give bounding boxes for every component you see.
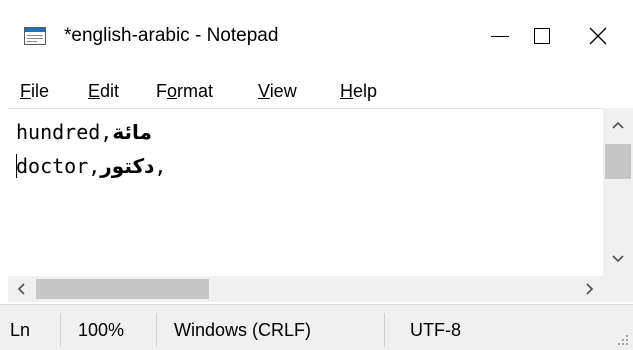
status-separator (60, 313, 61, 347)
menu-edit[interactable]: Edit (88, 80, 119, 102)
menu-view-mnemonic: V (258, 81, 270, 101)
maximize-button[interactable] (514, 16, 570, 56)
line-latin-text: doctor, (16, 154, 101, 178)
horizontal-scroll-thumb[interactable] (36, 279, 209, 299)
text-line: hundred,مائة (16, 115, 166, 149)
scroll-right-button[interactable] (577, 276, 603, 302)
menu-file-mnemonic: F (20, 81, 31, 101)
vertical-scroll-thumb[interactable] (605, 144, 631, 179)
notepad-window: *english-arabic - Notepad File Edit Form… (0, 0, 633, 350)
chevron-right-icon (586, 283, 594, 295)
text-content[interactable]: hundred,مائة doctor,دكتور, (16, 115, 166, 183)
resize-grip-icon[interactable] (617, 334, 629, 346)
status-line-ending: Windows (CRLF) (174, 320, 312, 340)
menu-format-mnemonic: o (167, 81, 178, 101)
menu-file-post: ile (31, 81, 50, 101)
menu-edit-post: dit (100, 81, 120, 101)
line-arabic-text: مائة (112, 120, 152, 144)
window-title: *english-arabic - Notepad (64, 25, 279, 46)
menu-help-mnemonic: H (340, 81, 353, 101)
menu-help[interactable]: Help (340, 80, 377, 102)
scrollbar-corner (603, 276, 633, 302)
menu-file[interactable]: File (20, 80, 49, 102)
menu-edit-mnemonic: E (88, 81, 101, 101)
status-encoding: UTF-8 (410, 320, 461, 340)
status-bar: Ln 100% Windows (CRLF) UTF-8 (0, 304, 633, 350)
title-bar[interactable]: *english-arabic - Notepad (0, 0, 633, 76)
line-arabic-text: دكتور (100, 154, 155, 178)
text-line: doctor,دكتور, (16, 149, 166, 183)
vertical-scrollbar[interactable] (603, 108, 633, 276)
scroll-up-button[interactable] (603, 108, 633, 142)
menu-help-post: elp (353, 81, 378, 101)
menu-format-pre: F (156, 81, 167, 101)
menu-format[interactable]: Format (156, 80, 213, 102)
menu-view-post: iew (269, 81, 297, 101)
menu-bar: File Edit Format View Help (0, 76, 633, 106)
status-line-col: Ln (10, 320, 31, 340)
text-editor[interactable]: hundred,مائة doctor,دكتور, (8, 108, 603, 277)
menu-view[interactable]: View (258, 80, 297, 102)
maximize-icon (534, 28, 550, 44)
chevron-up-icon (612, 121, 624, 129)
status-zoom: 100% (78, 320, 125, 340)
scroll-left-button[interactable] (8, 276, 34, 302)
notepad-icon (24, 27, 46, 45)
chevron-left-icon (17, 283, 25, 295)
status-separator (156, 313, 157, 347)
horizontal-scrollbar[interactable] (8, 276, 603, 302)
menu-format-post: rmat (177, 81, 214, 101)
text-caret (16, 154, 17, 178)
close-button[interactable] (570, 16, 626, 56)
line-tail-text: , (154, 154, 167, 178)
minimize-icon (491, 35, 509, 37)
chevron-down-icon (612, 255, 624, 263)
line-latin-text: hundred, (16, 120, 113, 144)
status-separator (384, 313, 385, 347)
close-icon (589, 27, 607, 45)
scroll-down-button[interactable] (603, 242, 633, 276)
